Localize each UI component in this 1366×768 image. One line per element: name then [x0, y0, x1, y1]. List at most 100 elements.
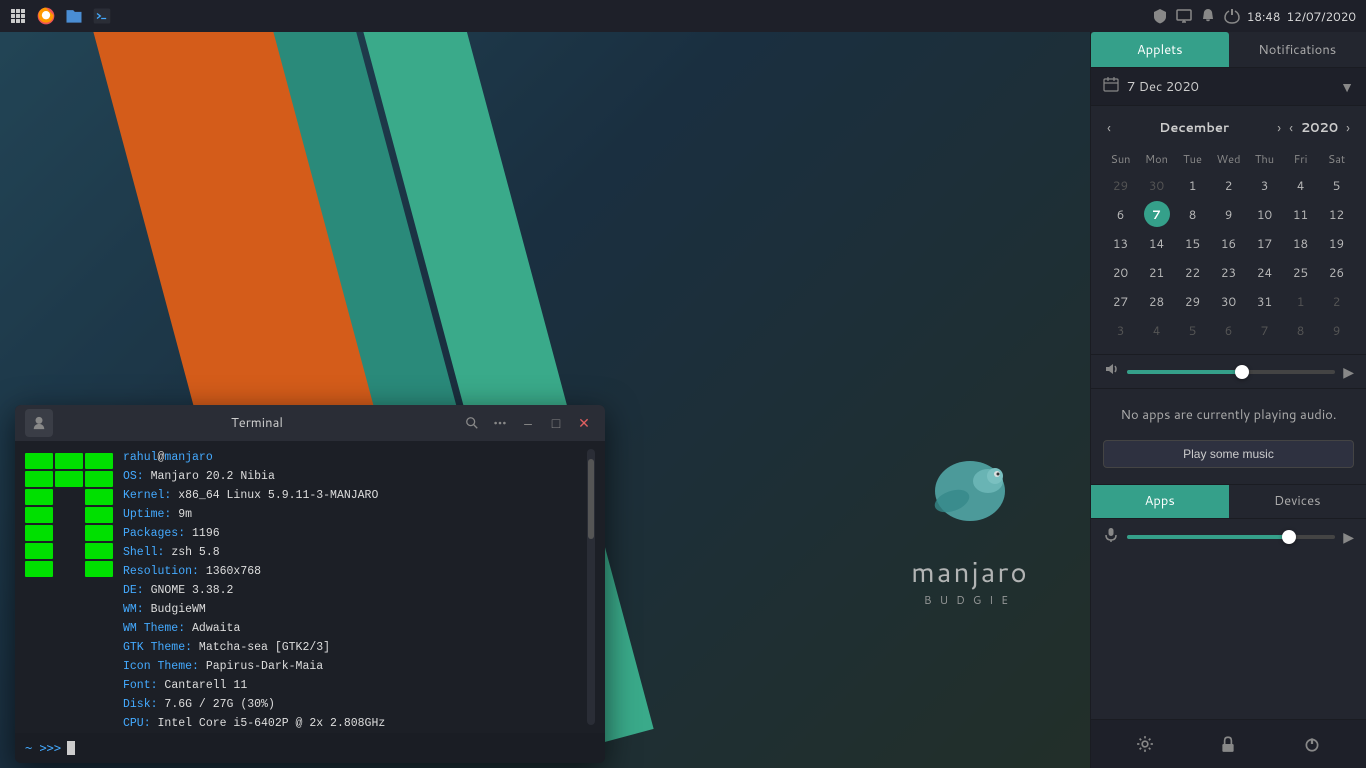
clock: 18:48: [1247, 8, 1281, 25]
cal-day[interactable]: 25: [1288, 259, 1314, 285]
cal-day[interactable]: 2: [1216, 172, 1242, 198]
cal-day[interactable]: 30: [1216, 288, 1242, 314]
screen-tray-icon: [1175, 7, 1193, 25]
volume-expand-icon[interactable]: ▶: [1343, 362, 1354, 382]
terminal-scrollbar-thumb[interactable]: [588, 459, 594, 539]
cal-day[interactable]: 14: [1144, 230, 1170, 256]
dow-sat: Sat: [1319, 148, 1354, 170]
cal-day[interactable]: 15: [1180, 230, 1206, 256]
cal-day[interactable]: 23: [1216, 259, 1242, 285]
term-gtk-value: Matcha-sea [GTK2/3]: [199, 641, 330, 654]
power-button[interactable]: [1296, 728, 1328, 760]
mic-knob[interactable]: [1282, 530, 1296, 544]
lock-button[interactable]: [1212, 728, 1244, 760]
terminal-titlebar: Terminal – □ ✕: [15, 405, 605, 441]
dow-fri: Fri: [1283, 148, 1318, 170]
terminal-title: Terminal: [61, 414, 453, 432]
cal-day[interactable]: 29: [1180, 288, 1206, 314]
cal-day[interactable]: 9: [1216, 201, 1242, 227]
settings-button[interactable]: [1129, 728, 1161, 760]
volume-row: ▶: [1091, 355, 1366, 389]
next-month-button[interactable]: ›: [1273, 116, 1285, 140]
cal-day[interactable]: 2: [1324, 288, 1350, 314]
cal-day[interactable]: 3: [1108, 317, 1134, 343]
manjaro-logo-subtext: BUDGIE: [910, 592, 1030, 608]
cal-day[interactable]: 8: [1288, 317, 1314, 343]
mic-fill: [1127, 535, 1289, 539]
cal-day[interactable]: 5: [1180, 317, 1206, 343]
cal-day[interactable]: 21: [1144, 259, 1170, 285]
terminal-scrollbar[interactable]: [587, 449, 595, 725]
mic-expand-icon[interactable]: ▶: [1343, 527, 1354, 547]
mic-slider[interactable]: [1127, 535, 1335, 539]
cal-day[interactable]: 3: [1252, 172, 1278, 198]
cal-day[interactable]: 10: [1252, 201, 1278, 227]
cal-day[interactable]: 4: [1288, 172, 1314, 198]
terminal-cursor: [67, 741, 75, 755]
terminal-footer: ~ >>>: [15, 733, 605, 763]
cal-day[interactable]: 30: [1144, 172, 1170, 198]
term-icon-value: Papirus-Dark-Maia: [206, 660, 323, 673]
cal-day[interactable]: 11: [1288, 201, 1314, 227]
cal-day[interactable]: 7: [1252, 317, 1278, 343]
volume-fill: [1127, 370, 1242, 374]
cal-day[interactable]: 1: [1288, 288, 1314, 314]
prev-year-button[interactable]: ‹: [1285, 116, 1297, 140]
cal-day[interactable]: 6: [1216, 317, 1242, 343]
cal-day[interactable]: 9: [1324, 317, 1350, 343]
cal-day[interactable]: 4: [1144, 317, 1170, 343]
cal-day[interactable]: 16: [1216, 230, 1242, 256]
tab-applets[interactable]: Applets: [1091, 32, 1229, 67]
date-selector[interactable]: 7 Dec 2020 ▼: [1091, 68, 1366, 106]
cal-day[interactable]: 1: [1180, 172, 1206, 198]
cal-day[interactable]: 27: [1108, 288, 1134, 314]
cal-day[interactable]: 31: [1252, 288, 1278, 314]
cal-day[interactable]: 8: [1180, 201, 1206, 227]
term-cpu-value: Intel Core i5-6402P @ 2x 2.808GHz: [158, 717, 386, 730]
cal-day[interactable]: 24: [1252, 259, 1278, 285]
tab-apps[interactable]: Apps: [1091, 485, 1229, 518]
terminal-taskbar-button[interactable]: [90, 4, 114, 28]
terminal-close-button[interactable]: ✕: [573, 412, 595, 434]
term-packages-value: 1196: [192, 527, 220, 540]
cal-day[interactable]: 18: [1288, 230, 1314, 256]
term-wm-theme-value: Adwaita: [192, 622, 240, 635]
cal-day[interactable]: 22: [1180, 259, 1206, 285]
prev-month-button[interactable]: ‹: [1103, 116, 1115, 140]
cal-day[interactable]: 13: [1108, 230, 1134, 256]
apps-grid-button[interactable]: [6, 4, 30, 28]
cal-day[interactable]: 17: [1252, 230, 1278, 256]
term-os-label: OS:: [123, 470, 144, 483]
volume-slider[interactable]: [1127, 370, 1335, 374]
cal-day[interactable]: 26: [1324, 259, 1350, 285]
files-taskbar-button[interactable]: [62, 4, 86, 28]
play-music-button[interactable]: Play some music: [1103, 440, 1354, 468]
cal-day[interactable]: 28: [1144, 288, 1170, 314]
terminal-menu-button[interactable]: [489, 412, 511, 434]
terminal-window: Terminal – □ ✕: [15, 405, 605, 763]
term-res-value: 1360x768: [206, 565, 261, 578]
date-dropdown-icon[interactable]: ▼: [1340, 77, 1354, 97]
firefox-taskbar-button[interactable]: [34, 4, 58, 28]
calendar-month: December: [1115, 119, 1273, 137]
cal-day[interactable]: 12: [1324, 201, 1350, 227]
next-year-button[interactable]: ›: [1342, 116, 1354, 140]
terminal-ascii-art: [25, 449, 113, 725]
cal-day[interactable]: 5: [1324, 172, 1350, 198]
cal-day[interactable]: 20: [1108, 259, 1134, 285]
cal-day-today[interactable]: 7: [1144, 201, 1170, 227]
cal-day[interactable]: 29: [1108, 172, 1134, 198]
power-tray-icon[interactable]: [1223, 7, 1241, 25]
terminal-search-button[interactable]: [461, 412, 483, 434]
cal-day[interactable]: 6: [1108, 201, 1134, 227]
cal-day[interactable]: 19: [1324, 230, 1350, 256]
term-kernel-value: x86_64 Linux 5.9.11-3-MANJARO: [178, 489, 378, 502]
terminal-restore-button[interactable]: □: [545, 412, 567, 434]
term-font-value: Cantarell 11: [164, 679, 247, 692]
volume-knob[interactable]: [1235, 365, 1249, 379]
terminal-minimize-button[interactable]: –: [517, 412, 539, 434]
tab-devices[interactable]: Devices: [1229, 485, 1366, 518]
calendar: ‹ December › ‹ 2020 › Sun Mon Tue Wed Th…: [1091, 106, 1366, 355]
term-hostname: manjaro: [164, 451, 212, 464]
tab-notifications[interactable]: Notifications: [1229, 32, 1366, 67]
